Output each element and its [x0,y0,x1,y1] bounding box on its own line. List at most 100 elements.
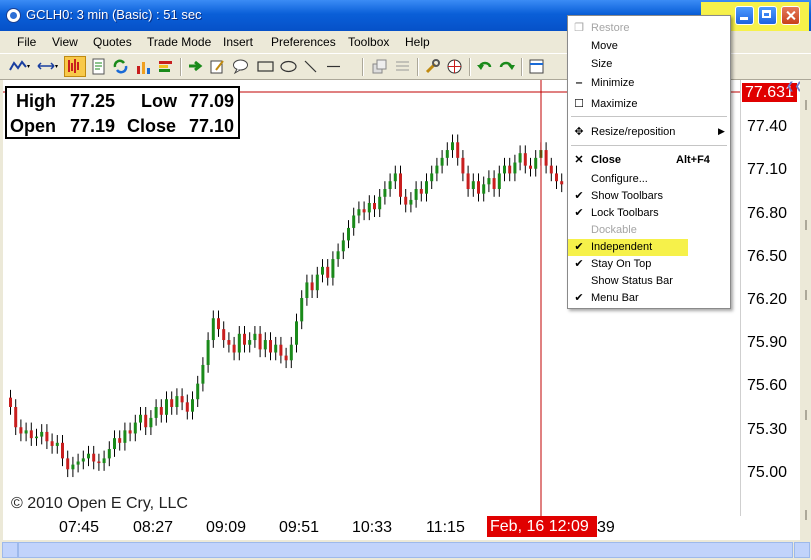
crosshair-tool-icon[interactable] [64,56,86,77]
menu-quotes[interactable]: Quotes [93,35,132,49]
scroll-left-button[interactable] [2,542,18,558]
candle-body [482,184,486,194]
candle-body [243,333,246,345]
candle-body [180,396,184,403]
candle-body [97,461,101,464]
high-label: High [16,91,56,111]
layers-icon[interactable] [371,58,388,75]
candle-body [295,321,298,345]
close-label: Close [127,116,177,136]
grid-icon[interactable] [394,58,411,75]
candle-body [14,407,18,428]
splitter-grip [805,410,807,420]
redo-icon[interactable] [498,58,515,75]
app-globe-icon[interactable] [6,8,21,23]
menu-item-close[interactable]: ✕ Close Alt+F4 [568,152,730,169]
menu-item-move[interactable]: Move [568,38,730,55]
candle-body [139,414,142,423]
menu-help[interactable]: Help [405,35,430,49]
candle-body [367,203,371,213]
candle-body [81,458,85,462]
high-value: 77.25 [70,91,116,111]
candle-body [300,298,304,322]
candle-body [274,344,278,353]
scrollbar-thumb[interactable] [18,542,793,558]
menu-file[interactable]: File [17,35,36,49]
bar-chart-icon[interactable] [135,58,152,75]
menu-separator [571,145,727,146]
candle-body [227,340,231,345]
menu-item-restore[interactable]: ❐ Restore [568,20,730,37]
ohlc-info-box: High 77.25 Low 77.09 Open 77.19 Close 77… [5,86,240,139]
menu-item-independent[interactable]: ✔ Independent [568,239,688,256]
callout-icon[interactable] [232,58,249,75]
minimize-button[interactable] [735,6,754,25]
horizontal-scrollbar[interactable] [0,540,811,560]
check-icon: ✔ [574,190,584,202]
candle-body [388,181,392,189]
arrow-right-icon[interactable] [187,58,204,75]
menu-item-dockable[interactable]: Dockable [568,222,730,239]
globe-icon[interactable] [446,58,463,75]
ellipse-tool-icon[interactable] [279,58,298,75]
candle-body [35,436,38,439]
refresh-icon[interactable] [112,58,129,75]
panel-icon[interactable] [528,58,545,75]
candle-body [61,442,64,459]
price-tick: 75.00 [747,464,788,481]
candle-body [118,438,122,443]
price-tick: 77.40 [747,118,788,135]
price-axis[interactable]: 77.40 77.10 76.80 76.50 76.20 75.90 75.6… [740,80,800,516]
scroll-right-button[interactable] [794,542,810,558]
menu-item-menu-bar[interactable]: ✔ Menu Bar [568,290,730,307]
menu-toolbox[interactable]: Toolbox [348,35,389,49]
candle-body [425,181,428,194]
menu-item-stay-on-top[interactable]: ✔ Stay On Top [568,256,730,273]
candle-body [191,399,194,412]
candle-body [248,340,252,345]
candle-body [331,259,335,278]
color-bars-icon[interactable] [157,58,174,75]
menu-item-configure[interactable]: Configure... [568,171,730,188]
candle-body [435,165,439,174]
close-button[interactable] [781,6,800,25]
time-tick: 09:09 [206,519,247,536]
edit-note-icon[interactable] [209,58,226,75]
menu-item-show-status-bar[interactable]: Show Status Bar [568,273,730,290]
candle-body [123,430,127,443]
candle-body [217,318,220,330]
menu-item-resize-reposition[interactable]: ✥ Resize/reposition ▶ [568,124,730,141]
menu-view[interactable]: View [52,35,78,49]
price-tick: 76.20 [747,291,788,308]
time-axis[interactable]: 07:45 08:27 09:09 09:51 10:33 11:15 Feb,… [3,516,800,540]
document-icon[interactable] [90,58,107,75]
menu-trade-mode[interactable]: Trade Mode [147,35,211,49]
rectangle-tool-icon[interactable] [256,58,275,75]
menu-item-size[interactable]: Size [568,56,730,73]
price-tick: 75.60 [747,377,788,394]
tools-icon[interactable] [424,58,441,75]
toolbar-separator [469,58,471,76]
candle-body [66,458,70,470]
menu-preferences[interactable]: Preferences [271,35,336,49]
candle-body [523,153,527,166]
menu-item-minimize[interactable]: ‒ Minimize [568,75,730,92]
chart-style-icon[interactable] [8,58,32,75]
zoom-horizontal-icon[interactable] [36,58,60,75]
menu-insert[interactable]: Insert [223,35,253,49]
candle-body [305,282,309,298]
horizontal-line-icon[interactable] [325,58,342,75]
low-label: Low [141,91,177,111]
candle-body [279,344,283,356]
menu-item-show-toolbars[interactable]: ✔ Show Toolbars [568,188,730,205]
right-splitter[interactable] [800,80,811,540]
line-tool-icon[interactable] [302,58,319,75]
time-tick: 08:27 [133,519,174,536]
maximize-button[interactable] [758,6,777,25]
undo-icon[interactable] [476,58,493,75]
candle-body [352,215,356,228]
menu-item-lock-toolbars[interactable]: ✔ Lock Toolbars [568,205,730,222]
candle-body [315,274,319,291]
candle-body [185,402,189,412]
menu-item-maximize[interactable]: ☐ Maximize [568,96,730,113]
